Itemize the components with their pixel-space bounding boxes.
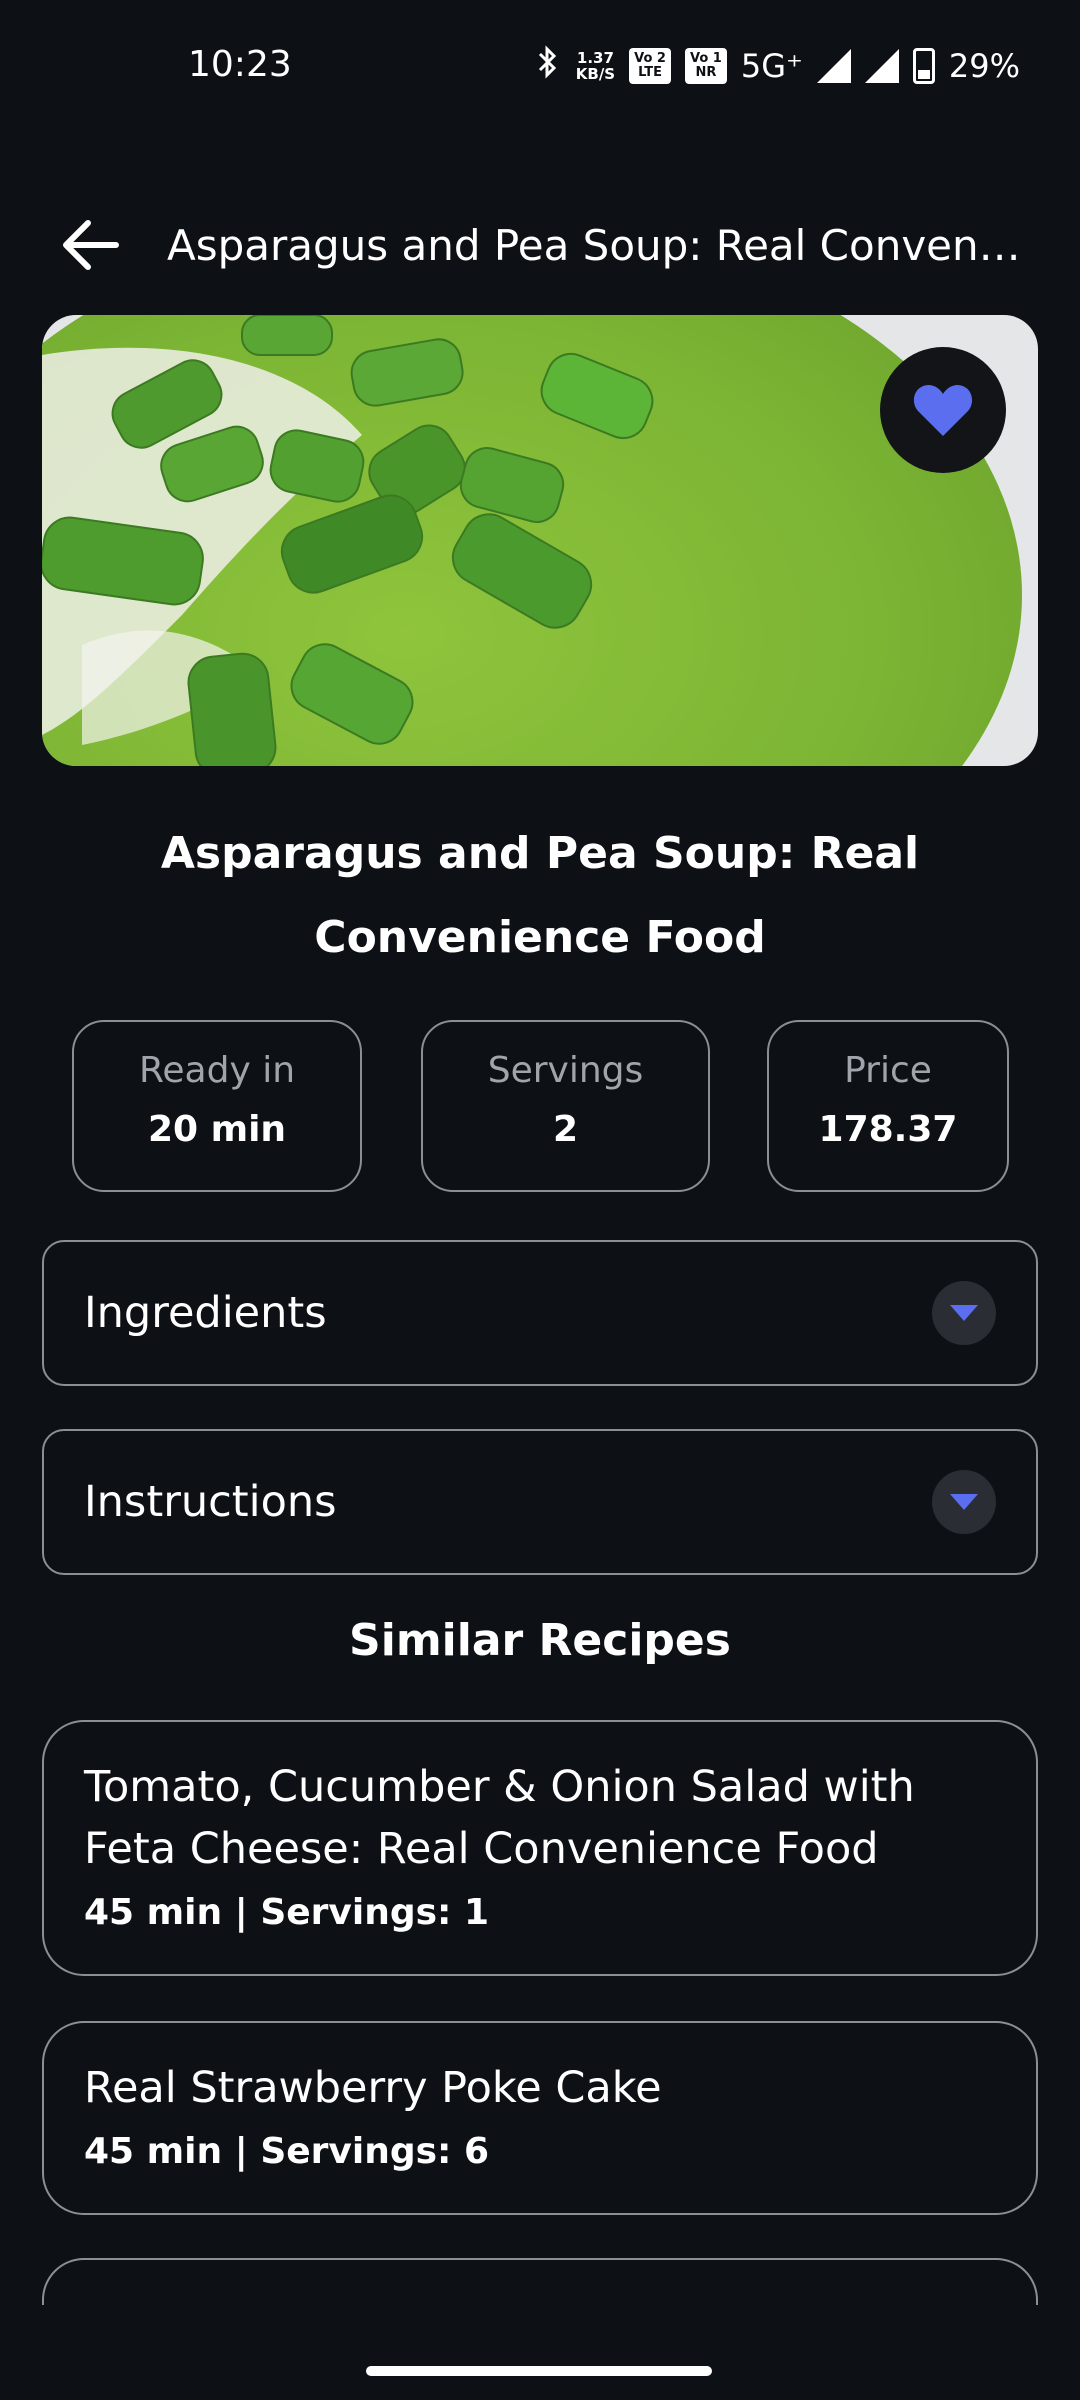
instructions-accordion[interactable]: Instructions <box>42 1429 1038 1575</box>
status-time: 10:23 <box>188 44 292 85</box>
battery-icon <box>912 48 935 84</box>
caret-down-icon <box>950 1494 978 1510</box>
similar-recipe-card[interactable]: Garlic Pea Soup With Honey Baked Vegetab… <box>42 2258 1038 2305</box>
status-icons: 1.37 KB/S Vo 2 LTE Vo 1 NR 5G⁺ 29% <box>534 44 1020 88</box>
signal-icon <box>816 49 851 83</box>
similar-recipes-list[interactable]: Tomato, Cucumber & Onion Salad with Feta… <box>0 1710 1080 2305</box>
signal-icon <box>864 49 899 83</box>
similar-recipe-card[interactable]: Tomato, Cucumber & Onion Salad with Feta… <box>42 1720 1038 1976</box>
servings-value: 2 <box>552 1109 579 1150</box>
sim1-badge: Vo 2 LTE <box>629 48 671 84</box>
ingredients-expand-button[interactable] <box>932 1281 996 1345</box>
price-card: Price 178.37 <box>767 1020 1009 1192</box>
app-bar: Asparagus and Pea Soup: Real Convenience… <box>0 190 1080 300</box>
similar-recipe-card[interactable]: Real Strawberry Poke Cake 45 min | Servi… <box>42 2021 1038 2215</box>
price-value: 178.37 <box>818 1109 958 1150</box>
arrow-left-icon <box>63 220 119 270</box>
similar-recipes-heading: Similar Recipes <box>349 1615 731 1666</box>
instructions-label: Instructions <box>84 1477 337 1527</box>
instructions-expand-button[interactable] <box>932 1470 996 1534</box>
price-label: Price <box>844 1050 932 1091</box>
sim2-badge: Vo 1 NR <box>684 48 727 84</box>
app-bar-title: Asparagus and Pea Soup: Real Convenience… <box>167 220 1027 270</box>
similar-recipe-meta: 45 min | Servings: 6 <box>84 2131 490 2172</box>
network-speed: 1.37 KB/S <box>575 49 616 83</box>
similar-recipe-meta: 45 min | Servings: 1 <box>84 1892 490 1933</box>
status-bar: 10:23 1.37 KB/S Vo 2 LTE Vo 1 NR 5G⁺ 29% <box>0 0 1080 130</box>
similar-recipe-title: Garlic Pea Soup With Honey Baked Vegetab… <box>84 2294 996 2305</box>
favorite-button[interactable] <box>880 347 1006 473</box>
recipe-image <box>42 315 1038 766</box>
bluetooth-icon <box>534 44 562 88</box>
ingredients-accordion[interactable]: Ingredients <box>42 1240 1038 1386</box>
similar-recipe-title: Real Strawberry Poke Cake <box>84 2063 662 2113</box>
servings-card: Servings 2 <box>421 1020 710 1192</box>
ingredients-label: Ingredients <box>84 1288 327 1338</box>
back-button[interactable] <box>40 205 140 285</box>
caret-down-icon <box>950 1305 978 1321</box>
network-type: 5G⁺ <box>740 47 803 85</box>
ready-in-card: Ready in 20 min <box>72 1020 362 1192</box>
ready-in-value: 20 min <box>147 1109 287 1150</box>
battery-percent: 29% <box>948 47 1020 85</box>
heart-icon <box>913 385 973 436</box>
servings-label: Servings <box>487 1050 644 1091</box>
home-indicator[interactable] <box>366 2366 712 2376</box>
recipe-title: Asparagus and Pea Soup: Real Convenience… <box>160 828 920 963</box>
similar-recipe-title: Tomato, Cucumber & Onion Salad with Feta… <box>84 1762 915 1874</box>
ready-in-label: Ready in <box>138 1050 296 1091</box>
